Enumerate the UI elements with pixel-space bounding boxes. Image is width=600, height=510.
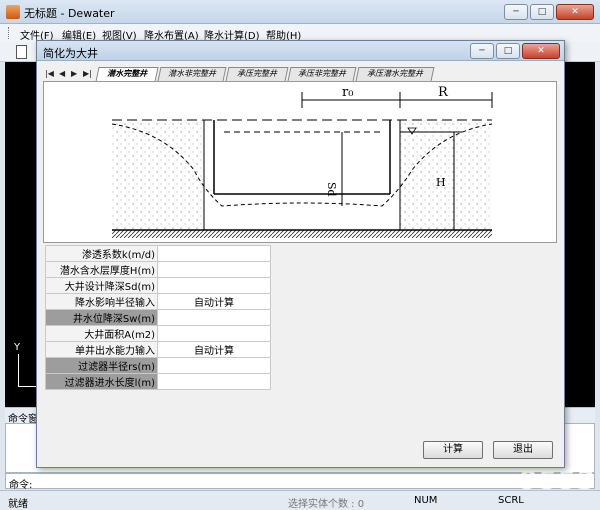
status-num: NUM xyxy=(414,495,438,506)
dialog-title-bar: 简化为大井 ─ □ ✕ xyxy=(37,41,564,61)
big-well-dialog: 简化为大井 ─ □ ✕ |◀ ◀ ▶ ▶| 潜水完整井 潜水非完整井 承压完整井… xyxy=(36,40,565,468)
status-selection-count: 选择实体个数 : 0 xyxy=(288,499,365,510)
param-k-label: 渗透系数k(m/d) xyxy=(45,245,158,262)
ucs-axis-y xyxy=(18,354,19,386)
well-type-tabs: |◀ ◀ ▶ ▶| 潜水完整井 潜水非完整井 承压完整井 承压非完整井 承压潜水… xyxy=(43,67,543,82)
param-area-label: 大井面积A(m2) xyxy=(45,325,158,342)
status-bar: 就绪 选择实体个数 : 0 NUM SCRL xyxy=(0,490,600,510)
param-area-value[interactable] xyxy=(157,325,271,342)
calculate-button[interactable]: 计算 xyxy=(423,441,483,459)
r0-label: r₀ xyxy=(342,85,353,100)
param-sw-value[interactable] xyxy=(157,309,271,326)
excavation-pit xyxy=(204,120,400,236)
param-radius-label: 降水影响半径输入 xyxy=(45,293,158,310)
tab-first-icon[interactable]: |◀ xyxy=(45,69,54,78)
tab-label: 承压非完整井 xyxy=(298,69,346,78)
param-k-value[interactable] xyxy=(157,245,271,262)
param-capacity-value[interactable]: 自动计算 xyxy=(157,341,271,358)
window-title: 无标题 - Dewater xyxy=(24,7,115,20)
h-label: H xyxy=(436,176,446,189)
tab-confined-complete[interactable]: 承压完整井 xyxy=(225,67,289,81)
param-l-label: 过滤器进水长度l(m) xyxy=(45,373,158,390)
sd-label: Sd xyxy=(325,182,338,197)
tab-phreatic-complete[interactable]: 潜水完整井 xyxy=(95,67,159,82)
watermark: 9553 xyxy=(519,466,596,496)
table-row: 大井面积A(m2) xyxy=(45,325,271,342)
tab-last-icon[interactable]: ▶| xyxy=(83,69,92,78)
table-row: 降水影响半径输入 自动计算 xyxy=(45,293,271,310)
tab-next-icon[interactable]: ▶ xyxy=(71,69,77,78)
big-well-diagram: r₀ R Sd H xyxy=(111,85,493,238)
table-row: 渗透系数k(m/d) xyxy=(45,245,271,262)
param-capacity-label: 单井出水能力输入 xyxy=(45,341,158,358)
tab-label: 承压完整井 xyxy=(237,69,277,78)
table-row: 大井设计降深Sd(m) xyxy=(45,277,271,294)
dialog-maximize-button[interactable]: □ xyxy=(496,43,520,59)
param-rs-label: 过滤器半径rs(m) xyxy=(45,357,158,374)
table-row: 过滤器半径rs(m) xyxy=(45,357,271,374)
dialog-minimize-button[interactable]: ─ xyxy=(470,43,494,59)
tab-confined-incomplete[interactable]: 承压非完整井 xyxy=(287,67,357,81)
status-scrl: SCRL xyxy=(498,495,524,506)
parameter-table: 渗透系数k(m/d) 潜水含水层厚度H(m) 大井设计降深Sd(m) 降水影响半… xyxy=(45,245,271,390)
param-sd-label: 大井设计降深Sd(m) xyxy=(45,277,158,294)
param-sw-label: 井水位降深Sw(m) xyxy=(45,309,158,326)
param-rs-value[interactable] xyxy=(157,357,271,374)
status-ready: 就绪 xyxy=(8,499,28,510)
table-row: 潜水含水层厚度H(m) xyxy=(45,261,271,278)
dialog-close-button[interactable]: ✕ xyxy=(522,43,560,59)
table-row: 井水位降深Sw(m) xyxy=(45,309,271,326)
maximize-button[interactable]: □ xyxy=(530,4,554,20)
new-document-icon[interactable] xyxy=(16,45,27,59)
command-input[interactable]: 命令: xyxy=(5,473,595,491)
menubar-grip xyxy=(8,27,10,39)
tab-prev-icon[interactable]: ◀ xyxy=(59,69,65,78)
param-l-value[interactable] xyxy=(157,373,271,390)
table-row: 过滤器进水长度l(m) xyxy=(45,373,271,390)
exit-button[interactable]: 退出 xyxy=(493,441,553,459)
tab-phreatic-incomplete[interactable]: 潜水非完整井 xyxy=(157,67,227,81)
tab-label: 潜水非完整井 xyxy=(168,69,216,78)
command-prompt: 命令: xyxy=(9,480,33,491)
radius-label: R xyxy=(438,85,449,100)
diagram-pane: r₀ R Sd H xyxy=(43,81,557,243)
param-h-value[interactable] xyxy=(157,261,271,278)
close-button[interactable]: ✕ xyxy=(556,4,594,20)
app-icon xyxy=(6,5,20,19)
ucs-y-label: Y xyxy=(14,342,21,353)
tab-label: 潜水完整井 xyxy=(107,69,148,78)
tab-confined-phreatic-complete[interactable]: 承压潜水完整井 xyxy=(355,67,435,81)
dialog-title: 简化为大井 xyxy=(43,47,98,60)
minimize-button[interactable]: ─ xyxy=(504,4,528,20)
main-title-bar: 无标题 - Dewater ─ □ ✕ xyxy=(0,0,600,24)
param-radius-value[interactable]: 自动计算 xyxy=(157,293,271,310)
param-h-label: 潜水含水层厚度H(m) xyxy=(45,261,158,278)
tab-label: 承压潜水完整井 xyxy=(367,69,423,78)
table-row: 单井出水能力输入 自动计算 xyxy=(45,341,271,358)
param-sd-value[interactable] xyxy=(157,277,271,294)
